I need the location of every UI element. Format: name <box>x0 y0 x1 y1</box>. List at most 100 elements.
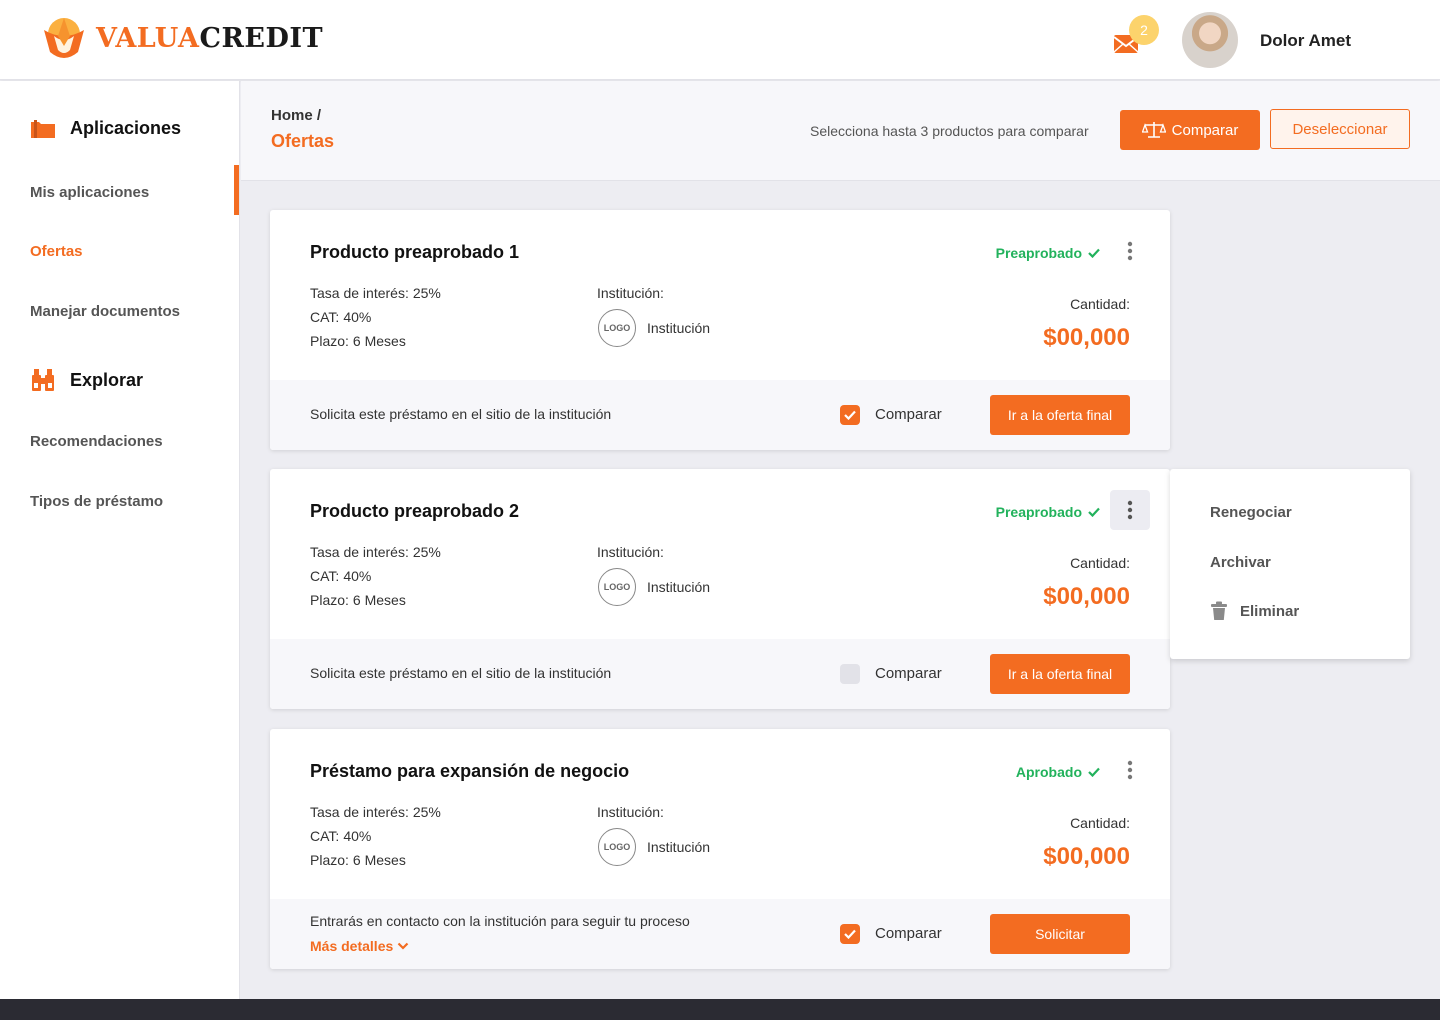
breadcrumb-home[interactable]: Home / <box>271 107 321 124</box>
amount-label: Cantidad: <box>1070 296 1130 312</box>
offer-card-footer: Solicita este préstamo en el sitio de la… <box>270 639 1170 709</box>
term: Plazo: 6 Meses <box>310 592 406 608</box>
binoculars-icon <box>32 369 54 391</box>
menu-item-eliminar[interactable]: Eliminar <box>1210 601 1299 621</box>
interest-rate-value: 25% <box>412 544 441 560</box>
institution-label: Institución: <box>597 804 664 820</box>
offer-card-footer: Entrarás en contacto con la institución … <box>270 899 1170 969</box>
footer-text: Solicita este préstamo en el sitio de la… <box>310 665 612 681</box>
kebab-menu-icon <box>1127 241 1133 261</box>
shield-logo-icon <box>44 18 84 58</box>
brand-logo[interactable]: ValuaCredit <box>38 12 323 64</box>
kebab-menu-icon <box>1127 500 1133 520</box>
institution-name: Institución <box>647 839 711 855</box>
interest-rate: Tasa de interés: 25% <box>310 285 441 301</box>
top-bar: ValuaCredit 2 Dolor Amet <box>0 0 1440 80</box>
menu-item-renegociar[interactable]: Renegociar <box>1210 504 1292 521</box>
compare-button-label: Comparar <box>1171 121 1239 139</box>
institution-name: Institución <box>647 579 711 595</box>
offer-title: Producto preaprobado 1 <box>310 242 520 262</box>
menu-item-label: Renegociar <box>1210 504 1292 521</box>
interest-rate-label: Tasa de interés: <box>310 544 409 560</box>
compare-button[interactable]: Comparar <box>1120 110 1260 150</box>
interest-rate: Tasa de interés: 25% <box>310 544 441 560</box>
brand-name-part1: Valua <box>96 22 200 54</box>
term-value: 6 Meses <box>352 852 406 868</box>
sidebar-item-ofertas[interactable]: Ofertas <box>30 243 83 260</box>
interest-rate-value: 25% <box>412 804 441 820</box>
more-details-label: Más detalles <box>310 938 394 954</box>
institution-logo: LOGO <box>598 309 636 347</box>
deselect-button[interactable]: Deseleccionar <box>1270 109 1410 149</box>
menu-item-archivar[interactable]: Archivar <box>1210 554 1271 571</box>
cat-label: CAT: <box>310 568 340 584</box>
institution-label: Institución: <box>597 285 664 301</box>
checkmark-icon <box>844 410 856 420</box>
term-label: Plazo: <box>310 852 349 868</box>
kebab-menu-icon <box>1127 760 1133 780</box>
cat: CAT: 40% <box>310 309 371 325</box>
sidebar-item-mis-aplicaciones[interactable]: Mis aplicaciones <box>30 184 149 201</box>
amount-value: $00,000 <box>1043 324 1130 351</box>
interest-rate-value: 25% <box>412 285 441 301</box>
compare-checkbox[interactable] <box>840 664 860 684</box>
more-options-button[interactable] <box>1110 231 1150 271</box>
institution-name: Institución <box>647 320 711 336</box>
more-options-button[interactable] <box>1110 750 1150 790</box>
brand-name-part2: Credit <box>199 22 324 54</box>
offer-card-footer: Solicita este préstamo en el sitio de la… <box>270 380 1170 450</box>
status-label: Aprobado <box>1015 764 1082 780</box>
scale-icon <box>1141 122 1166 138</box>
compare-checkbox[interactable] <box>840 405 860 425</box>
status-label: Preaprobado <box>995 504 1082 520</box>
check-icon <box>1088 507 1100 517</box>
sidebar: Aplicaciones Mis aplicaciones Ofertas Ma… <box>0 81 240 999</box>
more-details-link[interactable]: Más detalles <box>310 938 409 954</box>
cat: CAT: 40% <box>310 568 371 584</box>
interest-rate-label: Tasa de interés: <box>310 804 409 820</box>
compare-checkbox-label[interactable]: Comparar <box>875 925 942 942</box>
term: Plazo: 6 Meses <box>310 333 406 349</box>
menu-item-label: Archivar <box>1210 554 1271 571</box>
sidebar-section-title: Aplicaciones <box>70 118 182 138</box>
go-to-final-offer-button[interactable]: Ir a la oferta final <box>990 395 1130 435</box>
amount-label: Cantidad: <box>1070 815 1130 831</box>
sidebar-item-tipos-de-prestamo[interactable]: Tipos de préstamo <box>30 493 163 510</box>
compare-hint: Selecciona hasta 3 productos para compar… <box>810 123 1089 139</box>
sidebar-section-title: Explorar <box>70 369 144 390</box>
interest-rate-label: Tasa de interés: <box>310 285 409 301</box>
notification-badge: 2 <box>1129 15 1159 45</box>
status-label: Preaprobado <box>995 245 1082 261</box>
brand-name: ValuaCredit <box>96 23 323 54</box>
cat-label: CAT: <box>310 828 340 844</box>
apply-button[interactable]: Solicitar <box>990 914 1130 954</box>
offer-title: Producto preaprobado 2 <box>310 501 520 521</box>
sidebar-item-recomendaciones[interactable]: Recomendaciones <box>30 433 163 450</box>
term-value: 6 Meses <box>352 592 406 608</box>
cat-label: CAT: <box>310 309 340 325</box>
term-label: Plazo: <box>310 592 349 608</box>
folder-icon <box>31 119 55 138</box>
options-dropdown-menu: Renegociar Archivar Eliminar <box>1170 469 1410 659</box>
sidebar-section-explorar[interactable]: Explorar <box>30 367 143 393</box>
compare-checkbox[interactable] <box>840 924 860 944</box>
compare-checkbox-label[interactable]: Comparar <box>875 406 942 423</box>
sidebar-section-aplicaciones[interactable]: Aplicaciones <box>30 118 181 139</box>
status-badge: Aprobado <box>1016 764 1100 780</box>
institution-label: Institución: <box>597 544 664 560</box>
cat-value: 40% <box>343 309 372 325</box>
avatar[interactable] <box>1182 12 1238 68</box>
institution-logo: LOGO <box>598 568 636 606</box>
cat-value: 40% <box>343 828 372 844</box>
compare-checkbox-label[interactable]: Comparar <box>875 665 942 682</box>
footer-text: Entrarás en contacto con la institución … <box>310 913 690 929</box>
term-label: Plazo: <box>310 333 349 349</box>
checkmark-icon <box>844 929 856 939</box>
footer-text: Solicita este préstamo en el sitio de la… <box>310 406 612 422</box>
more-options-button[interactable] <box>1110 490 1150 530</box>
check-icon <box>1088 248 1100 258</box>
go-to-final-offer-button[interactable]: Ir a la oferta final <box>990 654 1130 694</box>
user-name[interactable]: Dolor Amet <box>1260 31 1351 51</box>
amount-value: $00,000 <box>1043 843 1130 870</box>
sidebar-item-manejar-documentos[interactable]: Manejar documentos <box>30 303 180 320</box>
